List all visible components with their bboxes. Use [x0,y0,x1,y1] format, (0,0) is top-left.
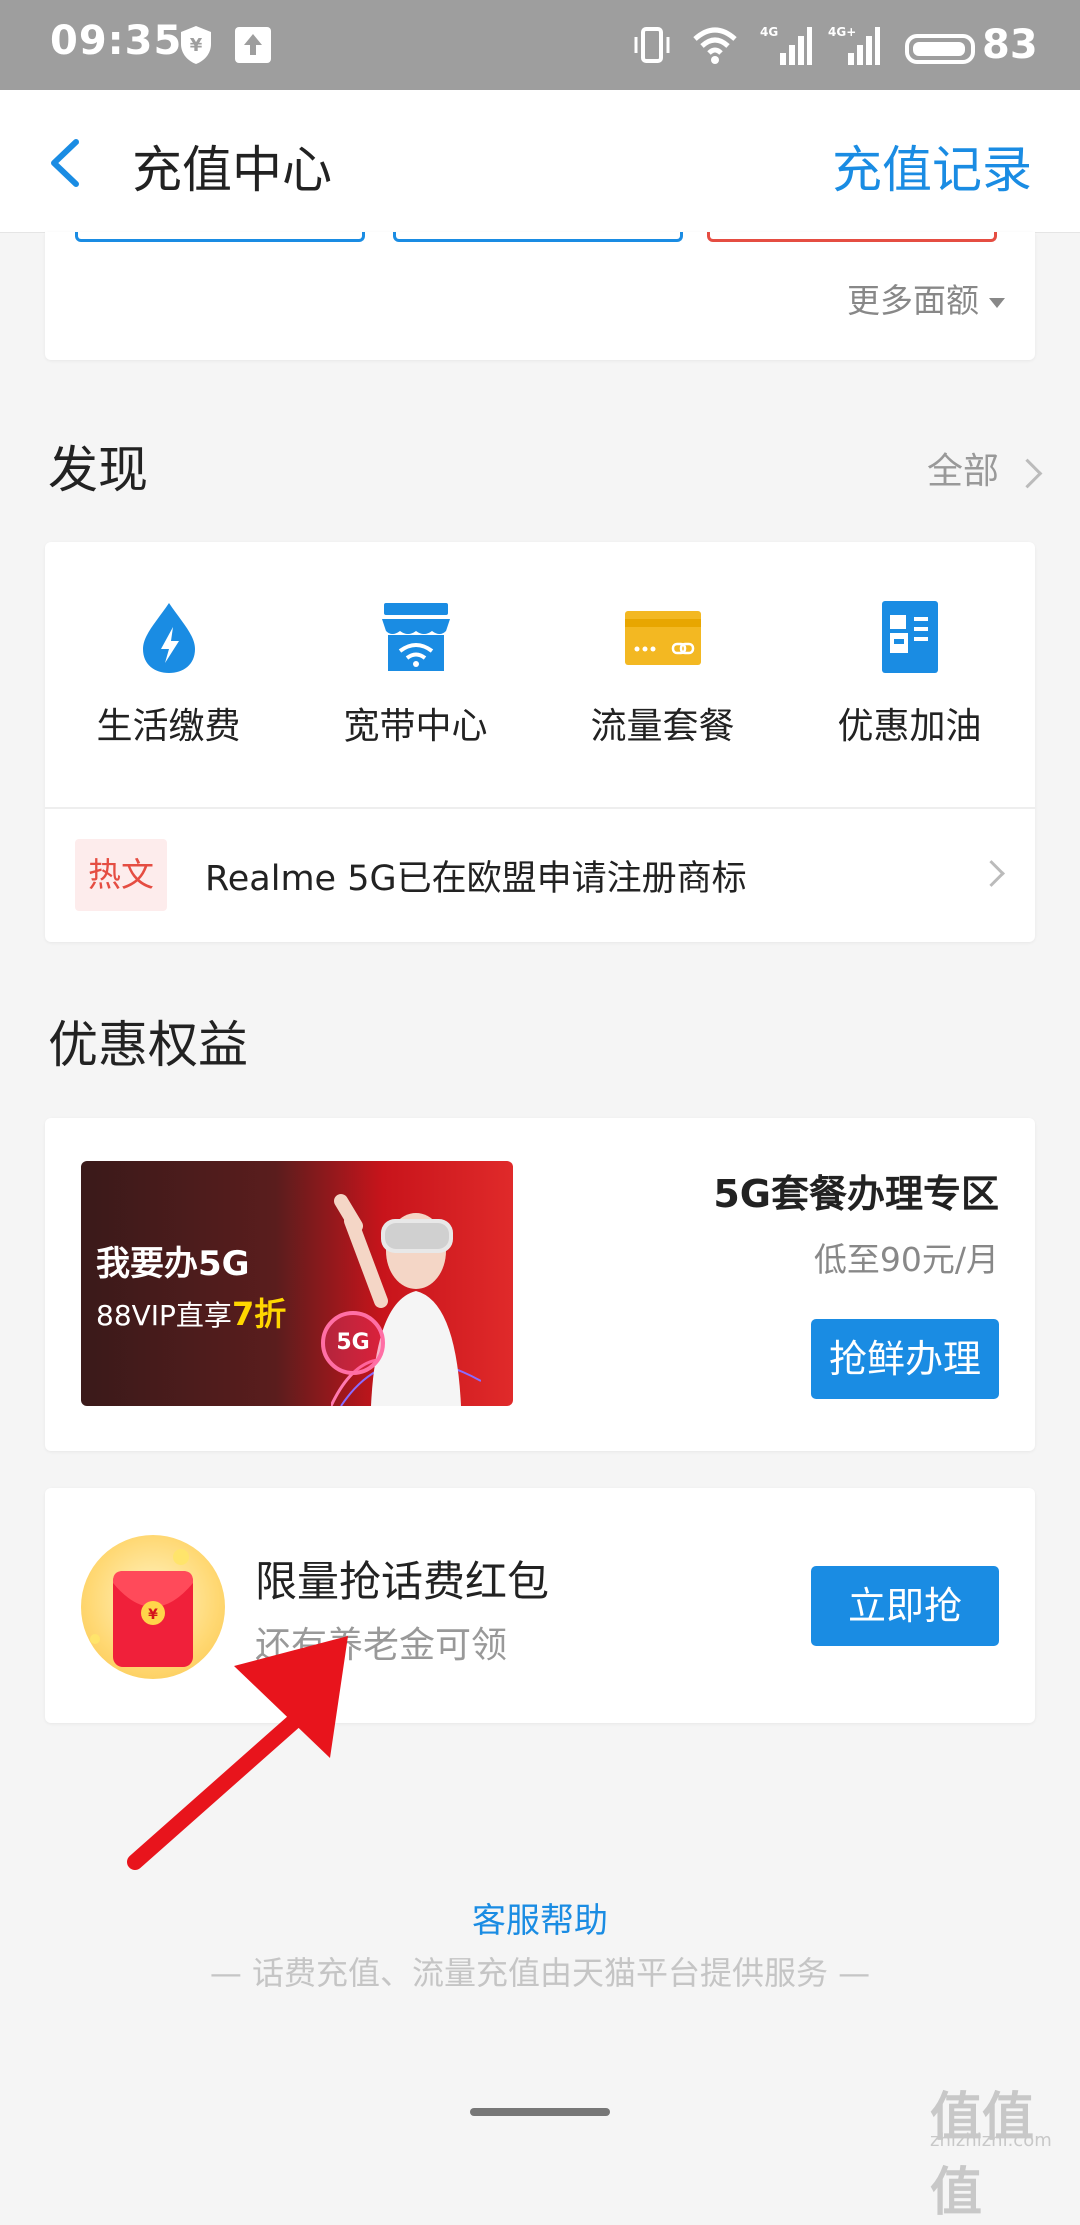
service-label: 生活缴费 [96,706,241,747]
red-packet-title: 限量抢话费红包 [255,1557,550,1606]
amount-card: 更多面额 [45,232,1035,360]
hot-news-text: Realme 5G已在欧盟申请注册商标 [205,859,747,899]
service-fuel-discount[interactable]: 优惠加油 [786,542,1033,807]
amount-option[interactable] [393,232,683,242]
5g-promo-banner[interactable]: 我要办5G 88VIP直享7折 5G [81,1161,513,1406]
vibrate-icon [632,22,672,68]
broadband-store-icon [376,597,456,677]
svg-text:4G: 4G [760,25,778,39]
signal-4g-icon: 4G [760,22,812,68]
hot-tag: 热文 [75,839,167,911]
banner-5g-badge: 5G [321,1311,385,1375]
divider [45,807,1035,809]
more-amounts-label: 更多面额 [847,281,979,320]
upload-icon [234,22,272,68]
5g-promo-card[interactable]: 我要办5G 88VIP直享7折 5G 5G套餐办理专区 低至90元/月 抢鲜办理 [45,1118,1035,1451]
red-packet-card[interactable]: ¥ 限量抢话费红包 还有养老金可领 立即抢 [45,1488,1035,1723]
discover-title: 发现 [48,441,148,499]
service-label: 流量套餐 [590,706,735,747]
banner-subline: 88VIP直享7折 [96,1289,286,1335]
status-time: 09:35 [50,18,183,64]
top-nav-bar: 充值中心 充值记录 [0,90,1080,233]
page-title: 充值中心 [132,141,332,199]
amount-option[interactable] [707,232,997,242]
shield-yen-icon: ¥ [178,22,214,68]
back-arrow-icon[interactable] [38,128,98,198]
battery-percent: 83 [982,22,1038,68]
svg-text:¥: ¥ [190,35,203,56]
apply-now-button[interactable]: 抢鲜办理 [811,1319,999,1399]
service-data-package[interactable]: 流量套餐 [539,542,786,807]
status-bar: 09:35 ¥ 4G 4G+ 83 [0,0,1080,90]
service-life-payment[interactable]: 生活缴费 [45,542,292,807]
wifi-icon [692,22,738,68]
grab-now-button[interactable]: 立即抢 [811,1566,999,1646]
promo-subtitle: 低至90元/月 [813,1240,999,1279]
watermark-url: zhizhizhi.com [930,2130,1052,2151]
see-all-label: 全部 [926,451,999,492]
service-broadband[interactable]: 宽带中心 [292,542,539,807]
caret-down-icon [989,297,1005,308]
signal-4g-plus-icon: 4G+ [828,22,880,68]
data-card-icon [623,597,703,677]
service-label: 宽带中心 [343,706,488,747]
service-provider-note: — 话费充值、流量充值由天猫平台提供服务 — [209,1954,871,1992]
svg-text:¥: ¥ [148,1607,158,1623]
banner-headline: 我要办5G [96,1244,250,1284]
banner-discount: 7折 [231,1295,287,1333]
home-indicator[interactable] [470,2108,610,2116]
fuel-pump-icon [870,597,950,677]
benefits-title: 优惠权益 [48,1016,248,1074]
chevron-right-icon [978,860,1005,887]
svg-text:4G+: 4G+ [828,25,856,39]
service-label: 优惠加油 [837,706,982,747]
battery-icon [905,34,975,64]
chevron-right-icon [1012,458,1043,488]
water-drop-bolt-icon [129,597,209,677]
more-amounts-dropdown[interactable]: 更多面额 [847,274,1005,322]
red-packet-subtitle: 还有养老金可领 [255,1625,508,1666]
banner-subline-prefix: 88VIP直享 [96,1299,232,1332]
see-all-link[interactable]: 全部 [926,442,1043,494]
promo-title: 5G套餐办理专区 [713,1172,999,1216]
amount-option[interactable] [75,232,365,242]
recharge-records-link[interactable]: 充值记录 [832,130,1032,202]
discover-card: 生活缴费 宽带中心 流量套餐 优惠加油 热文 Realme 5G已在欧盟申请注册… [45,542,1035,942]
red-packet-icon: ¥ [81,1535,225,1679]
customer-help-link[interactable]: 客服帮助 [0,1893,1080,1942]
